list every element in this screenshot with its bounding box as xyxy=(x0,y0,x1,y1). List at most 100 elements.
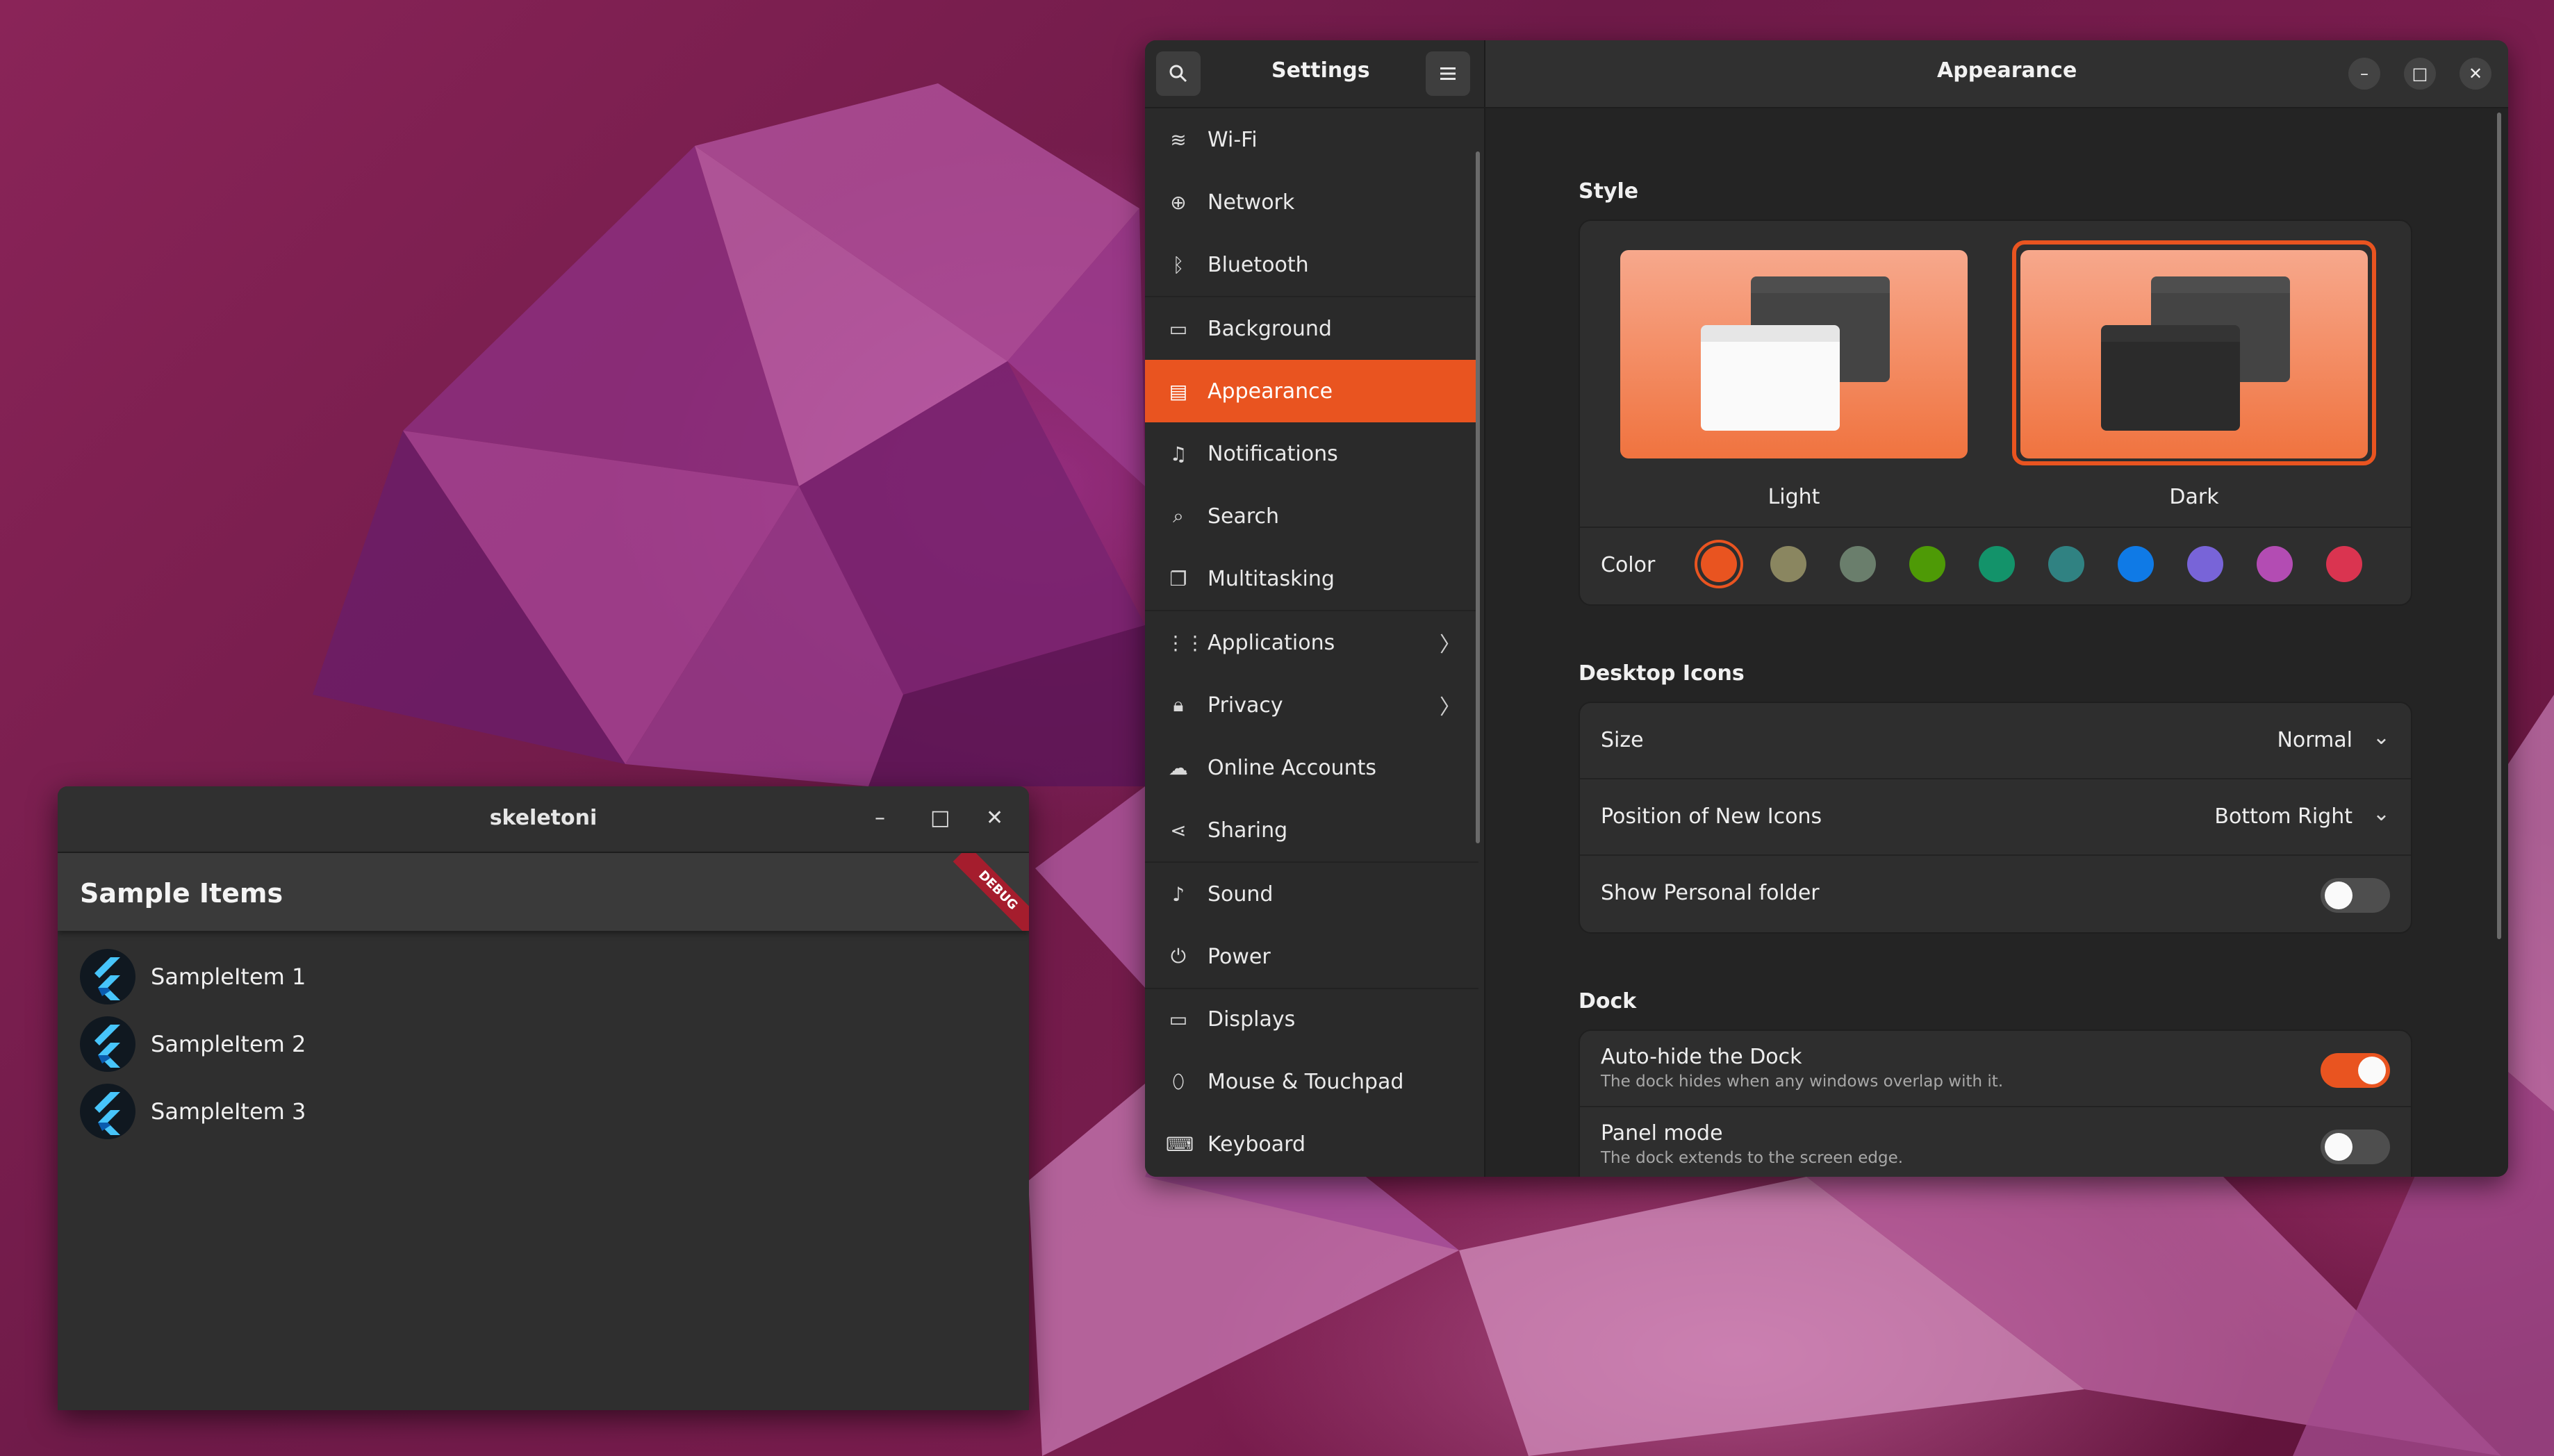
sidebar-item-bluetooth[interactable]: ᛒ Bluetooth xyxy=(1145,233,1478,296)
chevron-down-icon: ⌄ xyxy=(2372,802,2390,826)
style-card: Light Dark Color xyxy=(1579,220,2412,606)
settings-app-title: Settings xyxy=(1271,58,1370,83)
accent-color-swatch[interactable] xyxy=(1909,546,1945,582)
skeletoni-headerbar: skeletoni – □ ✕ xyxy=(58,786,1029,853)
icon-position-row[interactable]: Position of New Icons Bottom Right ⌄ xyxy=(1580,779,2411,854)
mouse-icon: ⬯ xyxy=(1172,1070,1185,1093)
sidebar-item-keyboard[interactable]: ⌨ Keyboard xyxy=(1145,1113,1478,1175)
list-item[interactable]: SampleItem 2 xyxy=(80,1012,306,1076)
panel-mode-description: The dock extends to the screen edge. xyxy=(1601,1149,1904,1167)
sidebar-item-label: Bluetooth xyxy=(1208,252,1309,277)
minimize-button[interactable]: – xyxy=(2348,58,2380,90)
sidebar-item-search[interactable]: ⌕ Search xyxy=(1145,485,1478,547)
debug-banner-corner: DEBUG xyxy=(951,853,1029,931)
sidebar-item-appearance[interactable]: ▤ Appearance xyxy=(1145,360,1478,422)
dark-theme-option[interactable] xyxy=(2020,250,2368,458)
accent-color-swatch[interactable] xyxy=(2326,546,2362,582)
chevron-right-icon: 〉 xyxy=(1440,633,1460,657)
menu-button[interactable] xyxy=(1426,51,1470,96)
sidebar-item-background[interactable]: ▭ Background xyxy=(1145,297,1478,360)
sidebar-item-label: Privacy xyxy=(1208,693,1283,718)
flutter-logo-icon xyxy=(80,949,135,1004)
accent-color-swatch[interactable] xyxy=(1701,546,1737,582)
list-item-label: SampleItem 2 xyxy=(151,1031,306,1057)
hamburger-menu-icon xyxy=(1440,67,1456,80)
dock-section-title: Dock xyxy=(1579,989,1637,1014)
app-bar: Sample Items xyxy=(58,853,1029,931)
sidebar-item-notifications[interactable]: ♫ Notifications xyxy=(1145,422,1478,485)
accent-color-swatch[interactable] xyxy=(1979,546,2015,582)
theme-preview-front-window xyxy=(2101,325,2240,431)
sidebar-item-privacy[interactable]: 🔒︎ Privacy 〉 xyxy=(1145,674,1478,736)
sidebar-item-label: Notifications xyxy=(1208,441,1338,466)
panel-mode-toggle[interactable] xyxy=(2321,1130,2390,1164)
search-button[interactable] xyxy=(1156,51,1201,96)
sidebar-item-sharing[interactable]: ⋖ Sharing xyxy=(1145,799,1478,861)
bell-icon: ♫ xyxy=(1169,442,1187,465)
settings-window: Settings Appearance – □ ✕ ≋ Wi-Fi ⊕ Network… xyxy=(1145,40,2508,1177)
sidebar-item-power[interactable]: ⏻ Power xyxy=(1145,925,1478,988)
skeletoni-window: skeletoni – □ ✕ Sample Items DEBUG Sampl… xyxy=(58,786,1029,1410)
bluetooth-icon: ᛒ xyxy=(1172,253,1185,276)
toggle-knob xyxy=(2325,1133,2353,1161)
list-item-label: SampleItem 3 xyxy=(151,1098,306,1125)
sidebar-item-applications[interactable]: ⋮⋮ Applications 〉 xyxy=(1145,611,1478,674)
sidebar-item-network[interactable]: ⊕ Network xyxy=(1145,171,1478,233)
toggle-knob xyxy=(2325,882,2353,909)
wifi-icon: ≋ xyxy=(1170,128,1187,151)
panel-mode-label: Panel mode xyxy=(1601,1121,1723,1145)
multitasking-icon: ❐ xyxy=(1169,567,1187,590)
sidebar-item-label: Search xyxy=(1208,504,1280,529)
maximize-button[interactable]: □ xyxy=(2404,58,2436,90)
sidebar-item-online-accounts[interactable]: ☁ Online Accounts xyxy=(1145,736,1478,799)
sidebar-item-label: Applications xyxy=(1208,630,1335,655)
light-theme-option[interactable] xyxy=(1620,250,1968,458)
accent-color-swatch[interactable] xyxy=(1770,546,1806,582)
sidebar-scrollbar[interactable] xyxy=(1476,151,1480,843)
accent-color-row: Color xyxy=(1580,528,2411,603)
list-item[interactable]: SampleItem 1 xyxy=(80,945,306,1009)
sidebar-item-label: Keyboard xyxy=(1208,1132,1306,1157)
style-section-title: Style xyxy=(1579,179,1639,204)
dark-theme-label: Dark xyxy=(2169,485,2219,509)
search-icon xyxy=(1169,65,1187,83)
list-item[interactable]: SampleItem 3 xyxy=(80,1079,306,1143)
accent-color-swatch[interactable] xyxy=(2118,546,2154,582)
theme-preview-front-window xyxy=(1701,325,1840,431)
sidebar-item-label: Network xyxy=(1208,190,1295,215)
panel-mode-row: Panel mode The dock extends to the scree… xyxy=(1580,1107,2411,1177)
accent-color-swatch[interactable] xyxy=(2257,546,2293,582)
sidebar-item-mouse-touchpad[interactable]: ⬯ Mouse & Touchpad xyxy=(1145,1050,1478,1113)
desktop-icons-section-title: Desktop Icons xyxy=(1579,661,1745,686)
position-value[interactable]: Bottom Right xyxy=(2214,804,2353,829)
main-scrollbar[interactable] xyxy=(2497,113,2501,939)
accent-color-swatch[interactable] xyxy=(1840,546,1876,582)
music-note-icon: ♪ xyxy=(1172,882,1185,906)
sidebar-item-wi-fi[interactable]: ≋ Wi-Fi xyxy=(1145,108,1478,171)
sidebar-item-label: Power xyxy=(1208,944,1271,969)
light-theme-label: Light xyxy=(1768,485,1820,509)
sidebar-item-sound[interactable]: ♪ Sound xyxy=(1145,863,1478,925)
sidebar-item-displays[interactable]: ▭ Displays xyxy=(1145,988,1478,1050)
autohide-toggle[interactable] xyxy=(2321,1053,2390,1088)
personal-folder-toggle[interactable] xyxy=(2321,878,2390,913)
sidebar-item-label: Displays xyxy=(1208,1007,1296,1032)
applications-icon: ⋮⋮ xyxy=(1166,631,1205,654)
close-button[interactable]: ✕ xyxy=(986,806,1003,830)
appearance-panel: Style Light Dark Color Desktop Icons Siz… xyxy=(1485,108,2508,1177)
icon-size-row[interactable]: Size Normal ⌄ xyxy=(1580,703,2411,778)
maximize-button[interactable]: □ xyxy=(930,806,950,830)
chevron-right-icon: 〉 xyxy=(1440,695,1460,720)
network-icon: ⊕ xyxy=(1170,190,1187,214)
accent-color-swatch[interactable] xyxy=(2048,546,2084,582)
position-label: Position of New Icons xyxy=(1601,804,1822,829)
close-button[interactable]: ✕ xyxy=(2460,58,2491,90)
minimize-button[interactable]: – xyxy=(875,806,885,830)
app-bar-title: Sample Items xyxy=(80,878,283,909)
size-value[interactable]: Normal xyxy=(2277,728,2353,752)
color-label: Color xyxy=(1601,553,1656,577)
accent-color-swatch[interactable] xyxy=(2187,546,2223,582)
display-icon: ▭ xyxy=(1169,1007,1188,1031)
sidebar-item-multitasking[interactable]: ❐ Multitasking xyxy=(1145,547,1478,610)
chevron-down-icon: ⌄ xyxy=(2372,725,2390,750)
